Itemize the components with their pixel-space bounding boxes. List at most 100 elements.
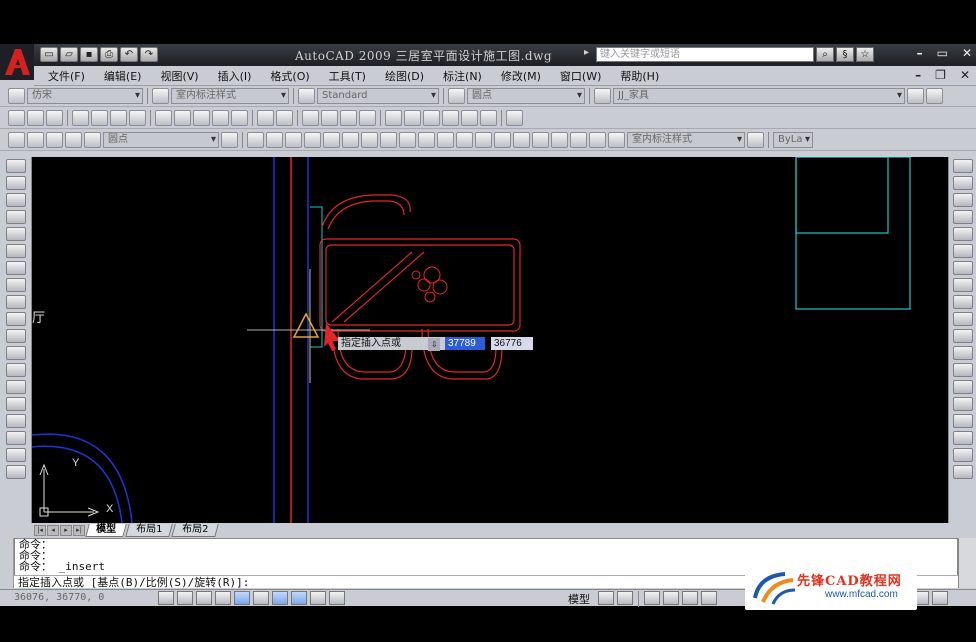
showmotion-icon[interactable] bbox=[701, 591, 717, 605]
dim-style-icon[interactable] bbox=[152, 88, 169, 104]
text-style-dropdown[interactable]: 仿宋 bbox=[27, 88, 143, 104]
quick-view-drawings-icon[interactable] bbox=[617, 591, 633, 605]
osnap-icon[interactable] bbox=[234, 591, 250, 605]
leader-style-icon[interactable] bbox=[221, 132, 238, 148]
tolerance-icon[interactable] bbox=[494, 132, 511, 148]
zoom-realtime-icon[interactable] bbox=[321, 110, 338, 126]
menu-edit[interactable]: 编辑(E) bbox=[104, 68, 142, 84]
redo-toolbar-icon[interactable] bbox=[276, 110, 293, 126]
search-icon[interactable]: ⌕ bbox=[816, 47, 834, 62]
qsave-icon[interactable] bbox=[46, 110, 63, 126]
arc-icon[interactable] bbox=[5, 244, 26, 258]
first-tab-icon[interactable]: |◂ bbox=[34, 524, 46, 536]
draworder-icon[interactable] bbox=[952, 448, 973, 462]
break-point-icon[interactable] bbox=[952, 346, 973, 360]
ordinate-icon[interactable] bbox=[304, 132, 321, 148]
menu-draw[interactable]: 绘图(D) bbox=[385, 68, 424, 84]
maximize-icon[interactable]: ▭ bbox=[937, 46, 948, 60]
dim-style-manager-icon[interactable] bbox=[747, 132, 764, 148]
publish-icon[interactable] bbox=[110, 110, 127, 126]
doc-restore-icon[interactable]: ❐ bbox=[935, 68, 946, 82]
dim-text-edit-icon[interactable] bbox=[589, 132, 606, 148]
dim-edit-icon[interactable] bbox=[570, 132, 587, 148]
close-icon[interactable]: ✕ bbox=[962, 46, 972, 60]
tab-layout2[interactable]: 布局2 bbox=[171, 523, 220, 537]
properties-icon[interactable] bbox=[385, 110, 402, 126]
menu-modify[interactable]: 修改(M) bbox=[501, 68, 541, 84]
doc-close-icon[interactable]: ✕ bbox=[960, 68, 970, 82]
preview-icon[interactable] bbox=[91, 110, 108, 126]
dim-break-icon[interactable] bbox=[475, 132, 492, 148]
stretch-icon[interactable] bbox=[952, 295, 973, 309]
inspect-icon[interactable] bbox=[532, 132, 549, 148]
open-file-icon[interactable]: ▱ bbox=[60, 47, 78, 62]
print-icon[interactable]: ⎙ bbox=[100, 47, 118, 62]
undo-toolbar-icon[interactable] bbox=[257, 110, 274, 126]
move-icon[interactable] bbox=[952, 244, 973, 258]
help-search-input[interactable]: 键入关键字或短语 bbox=[596, 47, 814, 62]
snap-mode-icon[interactable] bbox=[158, 591, 174, 605]
quick-view-layouts-icon[interactable] bbox=[598, 591, 614, 605]
collect-leader-icon[interactable] bbox=[84, 132, 101, 148]
offset-icon[interactable] bbox=[952, 210, 973, 224]
diameter-icon[interactable] bbox=[361, 132, 378, 148]
block-editor-icon[interactable] bbox=[231, 110, 248, 126]
layer-state-icon[interactable] bbox=[926, 88, 943, 104]
model-space-label[interactable]: 模型 bbox=[568, 591, 590, 607]
minimize-icon[interactable]: – bbox=[917, 46, 923, 60]
line-icon[interactable] bbox=[5, 159, 26, 173]
jogged-icon[interactable] bbox=[342, 132, 359, 148]
menu-format[interactable]: 格式(O) bbox=[270, 68, 309, 84]
center-mark-icon[interactable] bbox=[513, 132, 530, 148]
table-icon[interactable] bbox=[5, 448, 26, 462]
sheet-set-icon[interactable] bbox=[442, 110, 459, 126]
scale-icon[interactable] bbox=[952, 278, 973, 292]
markup-icon[interactable] bbox=[461, 110, 478, 126]
plot-icon[interactable] bbox=[72, 110, 89, 126]
menu-dimension[interactable]: 标注(N) bbox=[443, 68, 482, 84]
polar-icon[interactable] bbox=[215, 591, 231, 605]
ellipse-arc-icon[interactable] bbox=[5, 329, 26, 343]
insert-block-icon[interactable] bbox=[5, 346, 26, 360]
copy-icon[interactable] bbox=[174, 110, 191, 126]
menu-insert[interactable]: 插入(I) bbox=[218, 68, 252, 84]
multileader-style-dropdown[interactable]: 圆点 bbox=[467, 88, 585, 104]
command-window-grip[interactable] bbox=[0, 538, 14, 588]
add-leader-icon[interactable] bbox=[27, 132, 44, 148]
doc-minimize-icon[interactable]: – bbox=[915, 68, 921, 82]
dim-space-icon[interactable] bbox=[456, 132, 473, 148]
favorites-icon[interactable]: ☆ bbox=[856, 47, 874, 62]
gradient-icon[interactable] bbox=[5, 414, 26, 428]
lineweight-icon[interactable] bbox=[310, 591, 326, 605]
text-style-icon[interactable] bbox=[8, 88, 25, 104]
tool-palettes-icon[interactable] bbox=[423, 110, 440, 126]
zoom-previous-icon[interactable] bbox=[359, 110, 376, 126]
table-style-dropdown[interactable]: Standard bbox=[317, 88, 439, 104]
erase-icon[interactable] bbox=[952, 159, 973, 173]
menu-file[interactable]: 文件(F) bbox=[48, 68, 85, 84]
autocad-logo-icon[interactable] bbox=[0, 44, 34, 80]
pan-icon[interactable] bbox=[302, 110, 319, 126]
ortho-icon[interactable] bbox=[196, 591, 212, 605]
circle-icon[interactable] bbox=[5, 261, 26, 275]
polygon-icon[interactable] bbox=[5, 210, 26, 224]
undo-icon[interactable]: ↶ bbox=[120, 47, 138, 62]
layer-previous-icon[interactable] bbox=[907, 88, 924, 104]
spline-icon[interactable] bbox=[5, 295, 26, 309]
zoom-status-icon[interactable] bbox=[663, 591, 679, 605]
point-style-dropdown[interactable]: 圆点 bbox=[103, 132, 219, 148]
group-icon[interactable] bbox=[952, 465, 973, 479]
rectangle-icon[interactable] bbox=[5, 227, 26, 241]
steering-wheel-icon[interactable] bbox=[682, 591, 698, 605]
subscription-icon[interactable]: § bbox=[836, 47, 854, 62]
otrack-icon[interactable] bbox=[253, 591, 269, 605]
jogged-linear-icon[interactable] bbox=[551, 132, 568, 148]
menu-window[interactable]: 窗口(W) bbox=[560, 68, 601, 84]
dim-style-dropdown[interactable]: 室内标注样式 bbox=[171, 88, 289, 104]
dynamic-input-arrow-icon[interactable]: ⇩ bbox=[428, 338, 440, 351]
array-icon[interactable] bbox=[952, 227, 973, 241]
table-style-icon[interactable] bbox=[298, 88, 315, 104]
explode-icon[interactable] bbox=[952, 431, 973, 445]
make-block-icon[interactable] bbox=[5, 363, 26, 377]
hatch-icon[interactable] bbox=[5, 397, 26, 411]
